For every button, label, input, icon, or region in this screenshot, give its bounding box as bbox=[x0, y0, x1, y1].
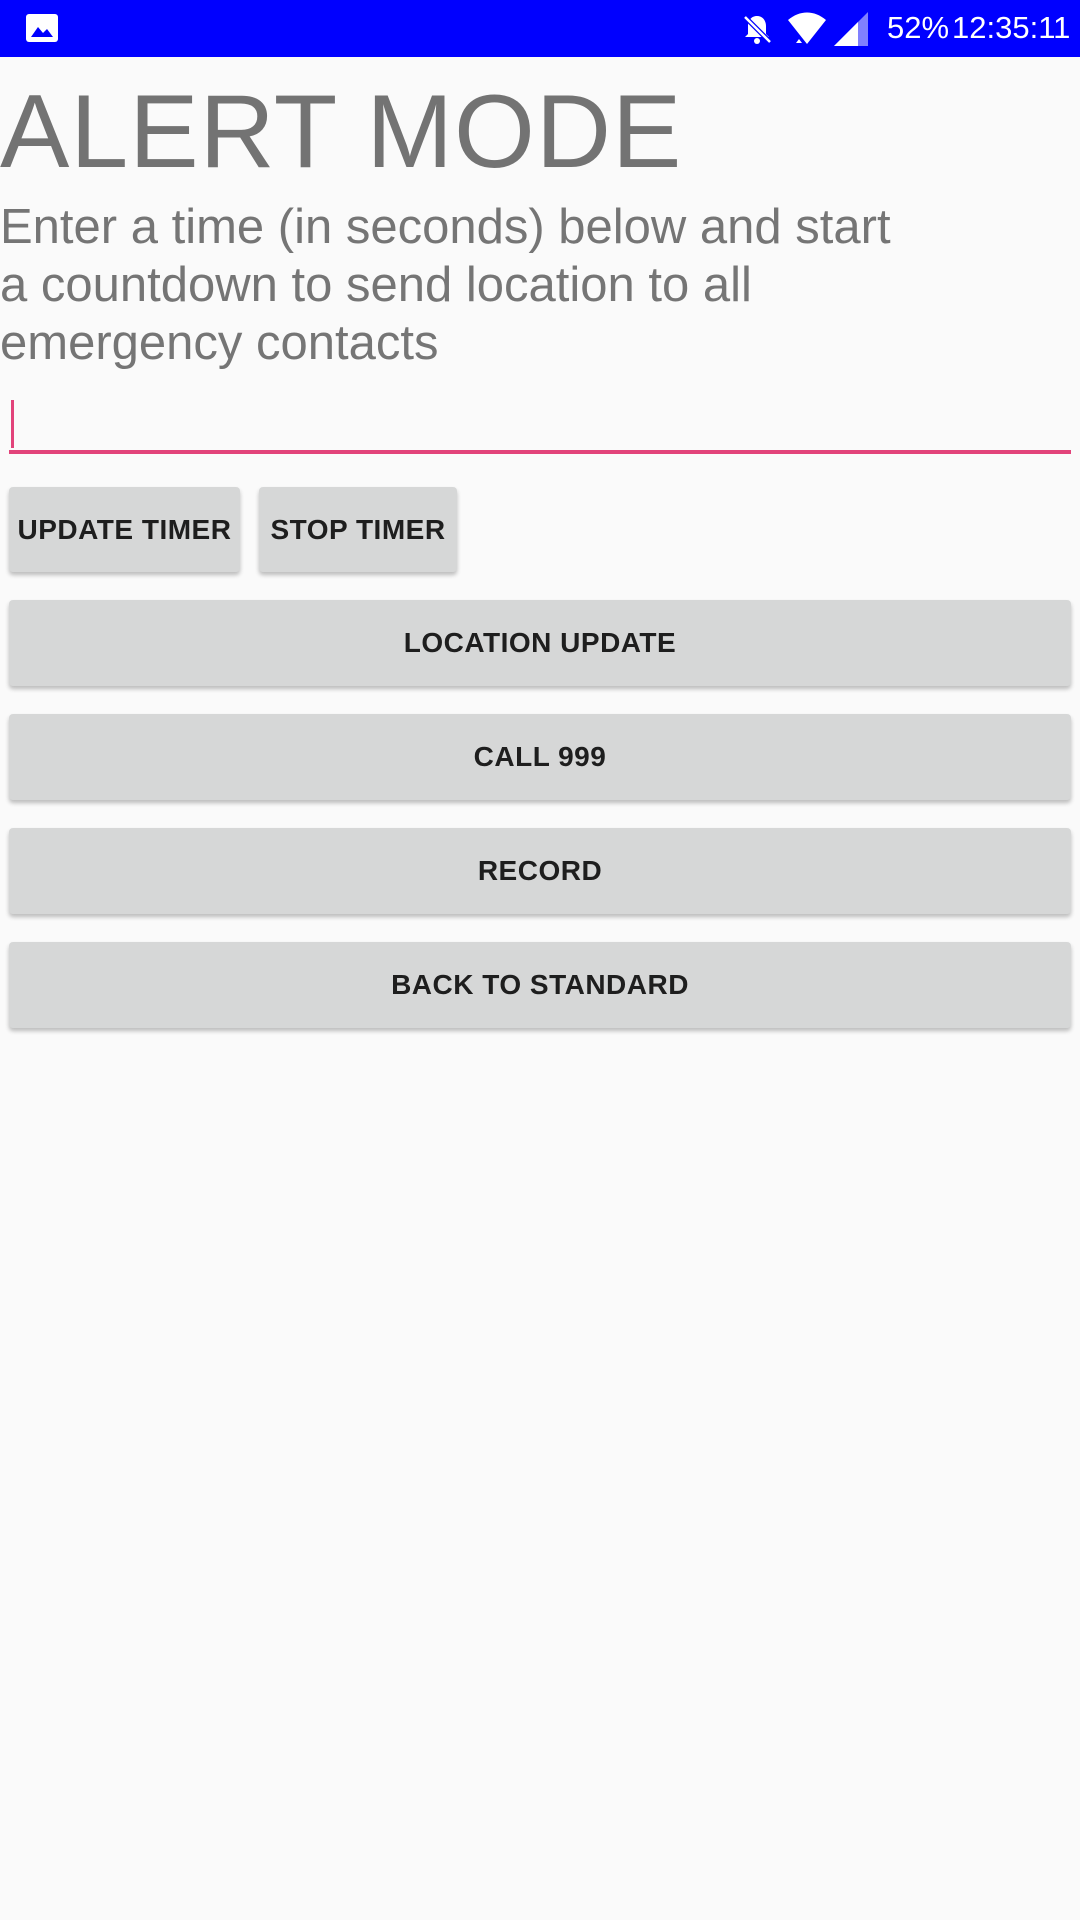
stop-timer-button[interactable]: STOP TIMER bbox=[259, 487, 457, 572]
location-update-button[interactable]: LOCATION UPDATE bbox=[9, 600, 1071, 686]
seconds-input[interactable] bbox=[9, 396, 1071, 454]
gallery-icon bbox=[26, 14, 58, 42]
bell-off-icon bbox=[743, 15, 772, 44]
status-bar: 52% 12:35:11 bbox=[0, 0, 1080, 57]
text-cursor bbox=[11, 400, 14, 448]
page-title: ALERT MODE bbox=[0, 74, 683, 190]
alert-mode-screen: 52% 12:35:11 ALERT MODE Enter a time (in… bbox=[0, 0, 1080, 1920]
signal-icon bbox=[834, 12, 868, 46]
record-button[interactable]: RECORD bbox=[9, 828, 1071, 914]
instruction-text: Enter a time (in seconds) below and star… bbox=[0, 200, 891, 370]
call-999-button[interactable]: CALL 999 bbox=[9, 714, 1071, 800]
update-timer-button[interactable]: UPDATE TIMER bbox=[9, 487, 240, 572]
clock: 12:35:11 bbox=[952, 10, 1071, 45]
wifi-icon bbox=[788, 12, 826, 44]
battery-percentage: 52% bbox=[887, 10, 950, 45]
back-to-standard-button[interactable]: BACK TO STANDARD bbox=[9, 942, 1071, 1028]
